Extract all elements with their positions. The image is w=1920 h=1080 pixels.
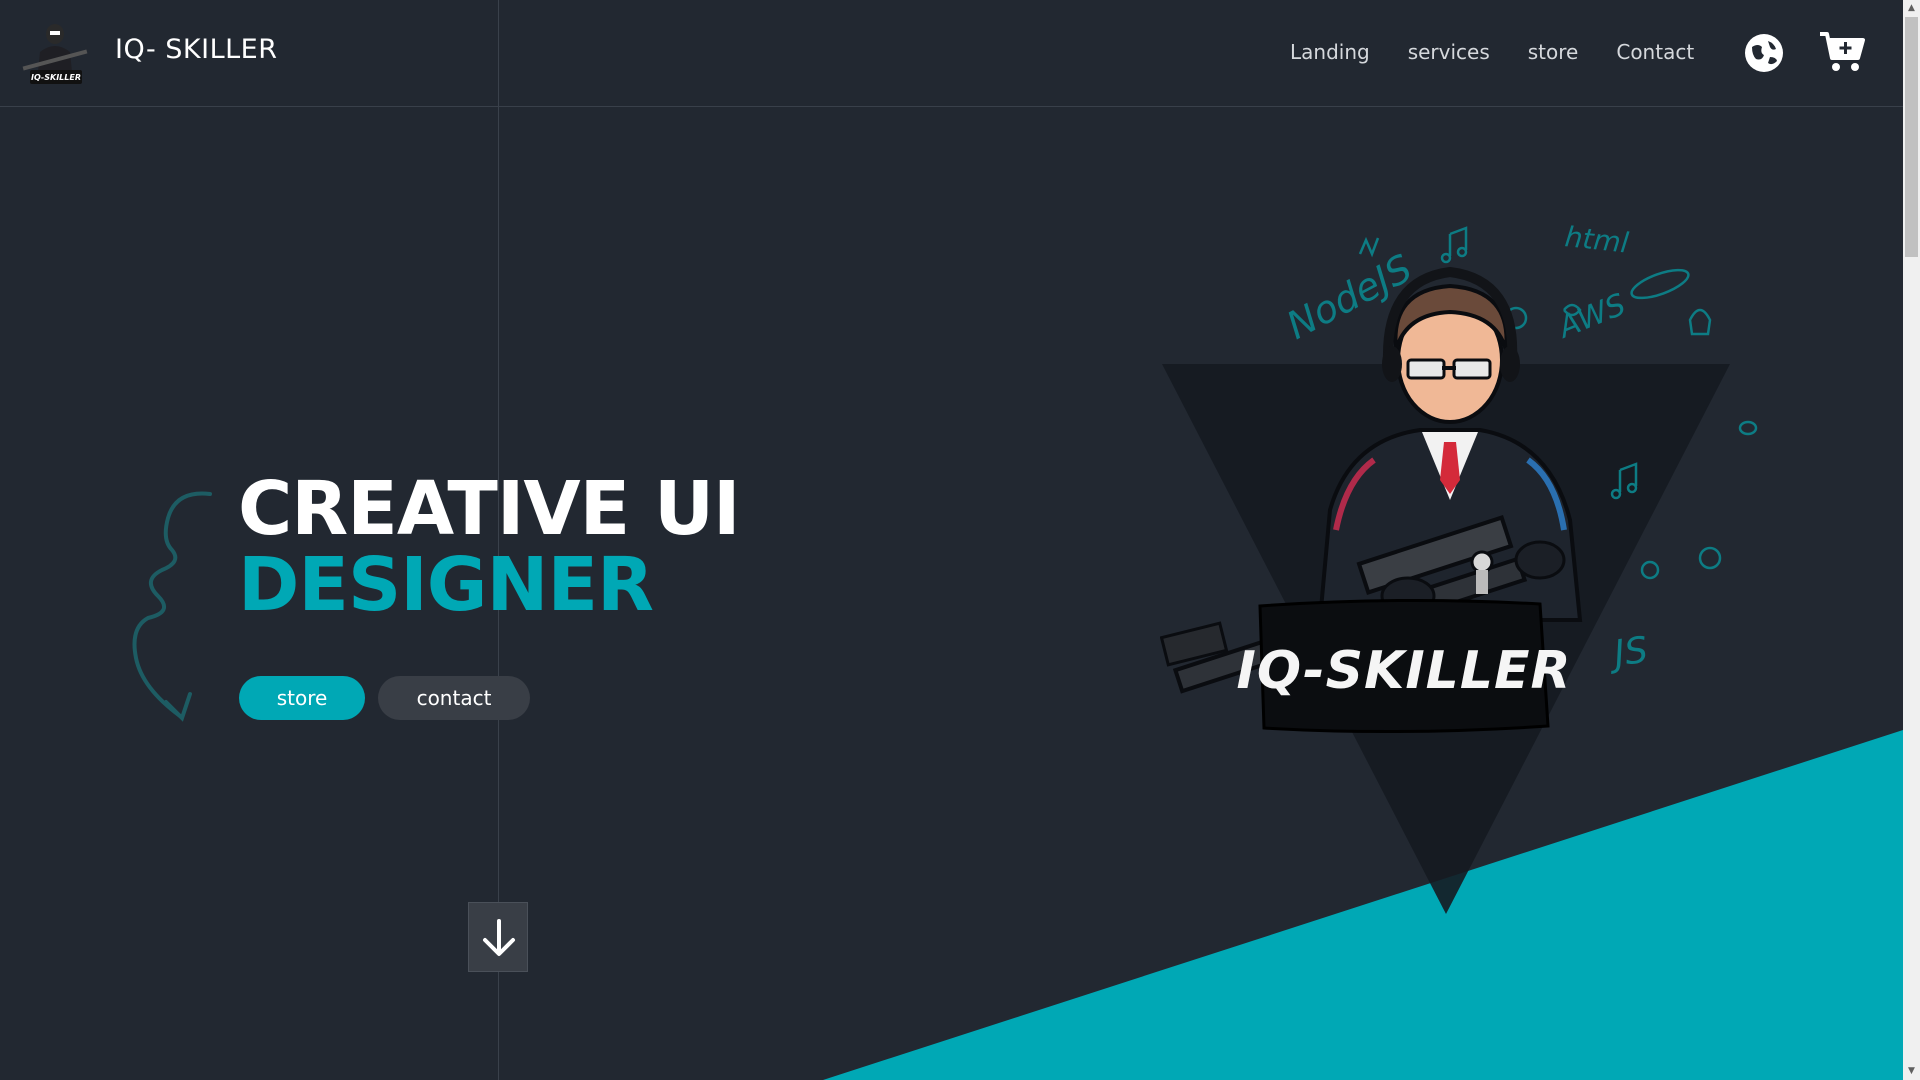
character-banner: IQ-SKILLER: [1236, 598, 1571, 734]
brand-logo[interactable]: IQ-SKILLER: [18, 14, 92, 88]
scroll-thumb[interactable]: [1905, 17, 1918, 257]
doodle-js: JS: [1606, 630, 1651, 676]
site-header: IQ-SKILLER IQ- SKILLER Landing services …: [0, 0, 1903, 107]
hero-title-line2: DESIGNER: [238, 542, 654, 628]
doodle-html: html: [1563, 220, 1630, 260]
decorative-squiggle-arrow: [132, 491, 212, 722]
mascot-illustration: NodeJS html AWS JS IQ-SKILLER: [1160, 220, 1758, 914]
arrow-down-icon: [483, 919, 515, 956]
logo-text: IQ-SKILLER: [31, 73, 81, 82]
main-nav: Landing services store Contact: [1290, 40, 1694, 64]
scroll-up-icon[interactable]: ▲: [1903, 0, 1920, 17]
brand-name: IQ- SKILLER: [115, 34, 278, 65]
scroll-down-button[interactable]: [468, 902, 528, 972]
hero-title-line1: CREATIVE UI: [238, 466, 741, 552]
store-button[interactable]: store: [239, 676, 365, 720]
page-scrollbar[interactable]: ▲ ▼: [1903, 0, 1920, 1080]
contact-button[interactable]: contact: [378, 676, 530, 720]
nav-link-landing[interactable]: Landing: [1290, 40, 1370, 64]
nav-link-contact[interactable]: Contact: [1616, 40, 1694, 64]
scroll-down-icon[interactable]: ▼: [1903, 1063, 1920, 1080]
nav-link-store[interactable]: store: [1528, 40, 1579, 64]
banner-text: IQ-SKILLER: [1236, 641, 1571, 701]
globe-icon[interactable]: [1744, 33, 1784, 73]
landing-page: IQ-SKILLER IQ- SKILLER Landing services …: [0, 0, 1920, 1080]
nav-link-services[interactable]: services: [1408, 40, 1490, 64]
cart-icon[interactable]: [1818, 30, 1866, 74]
doodle-aws: AWS: [1552, 287, 1631, 346]
